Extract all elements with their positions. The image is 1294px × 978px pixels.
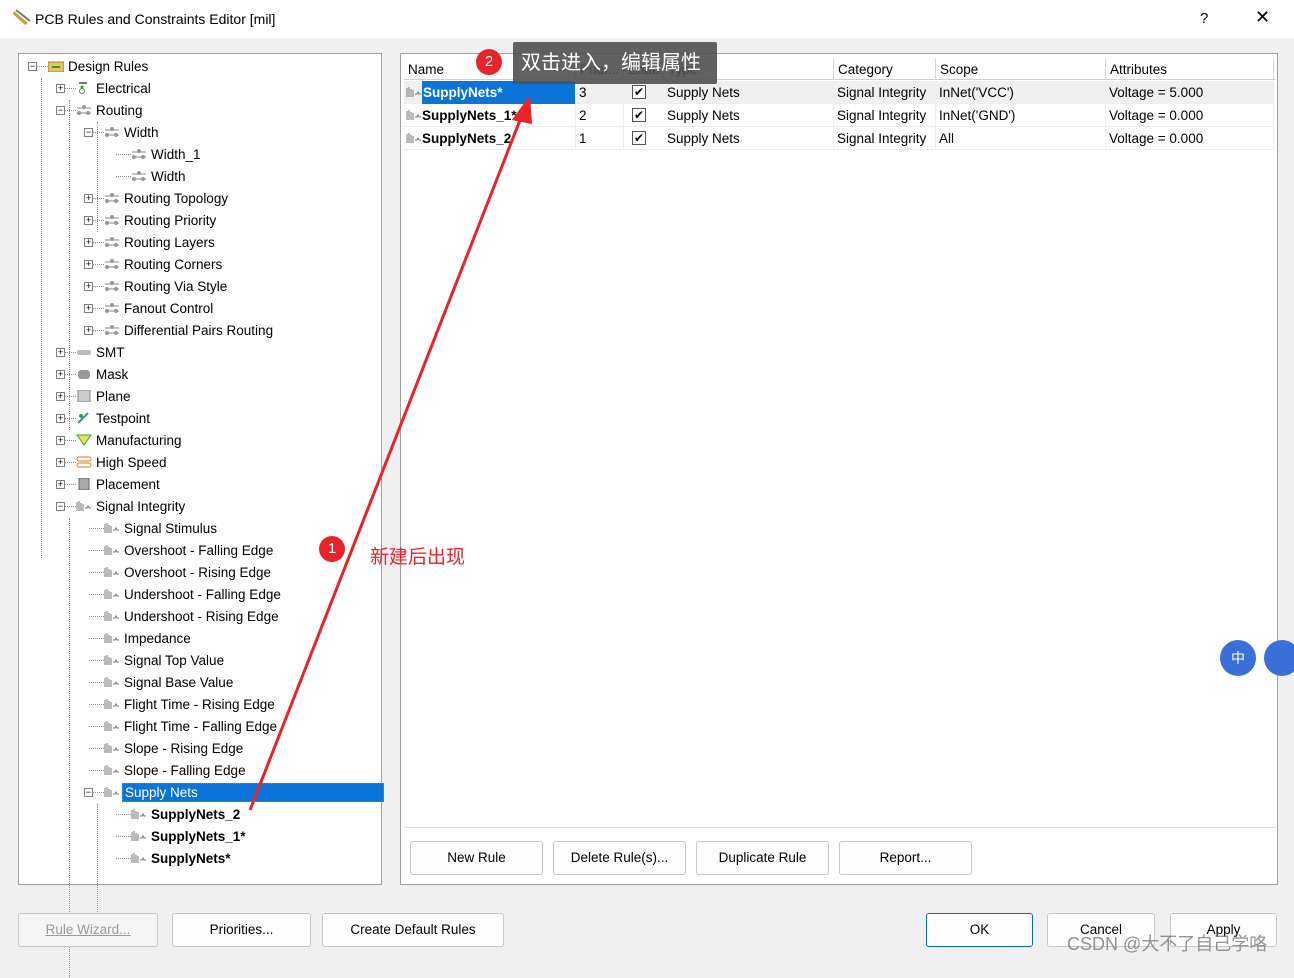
tooltip: 双击进入，编辑属性 <box>513 42 717 84</box>
annotation-badge-1: 1 <box>319 536 345 562</box>
annotation-note: 新建后出现 <box>370 547 466 568</box>
watermark: CSDN @大不了自己学咯 <box>1067 934 1268 954</box>
annotation-badge-2: 2 <box>476 49 502 75</box>
ime-icon-2 <box>1264 640 1294 676</box>
annotation-arrow <box>248 95 532 811</box>
ime-icon: 中 <box>1220 640 1256 676</box>
